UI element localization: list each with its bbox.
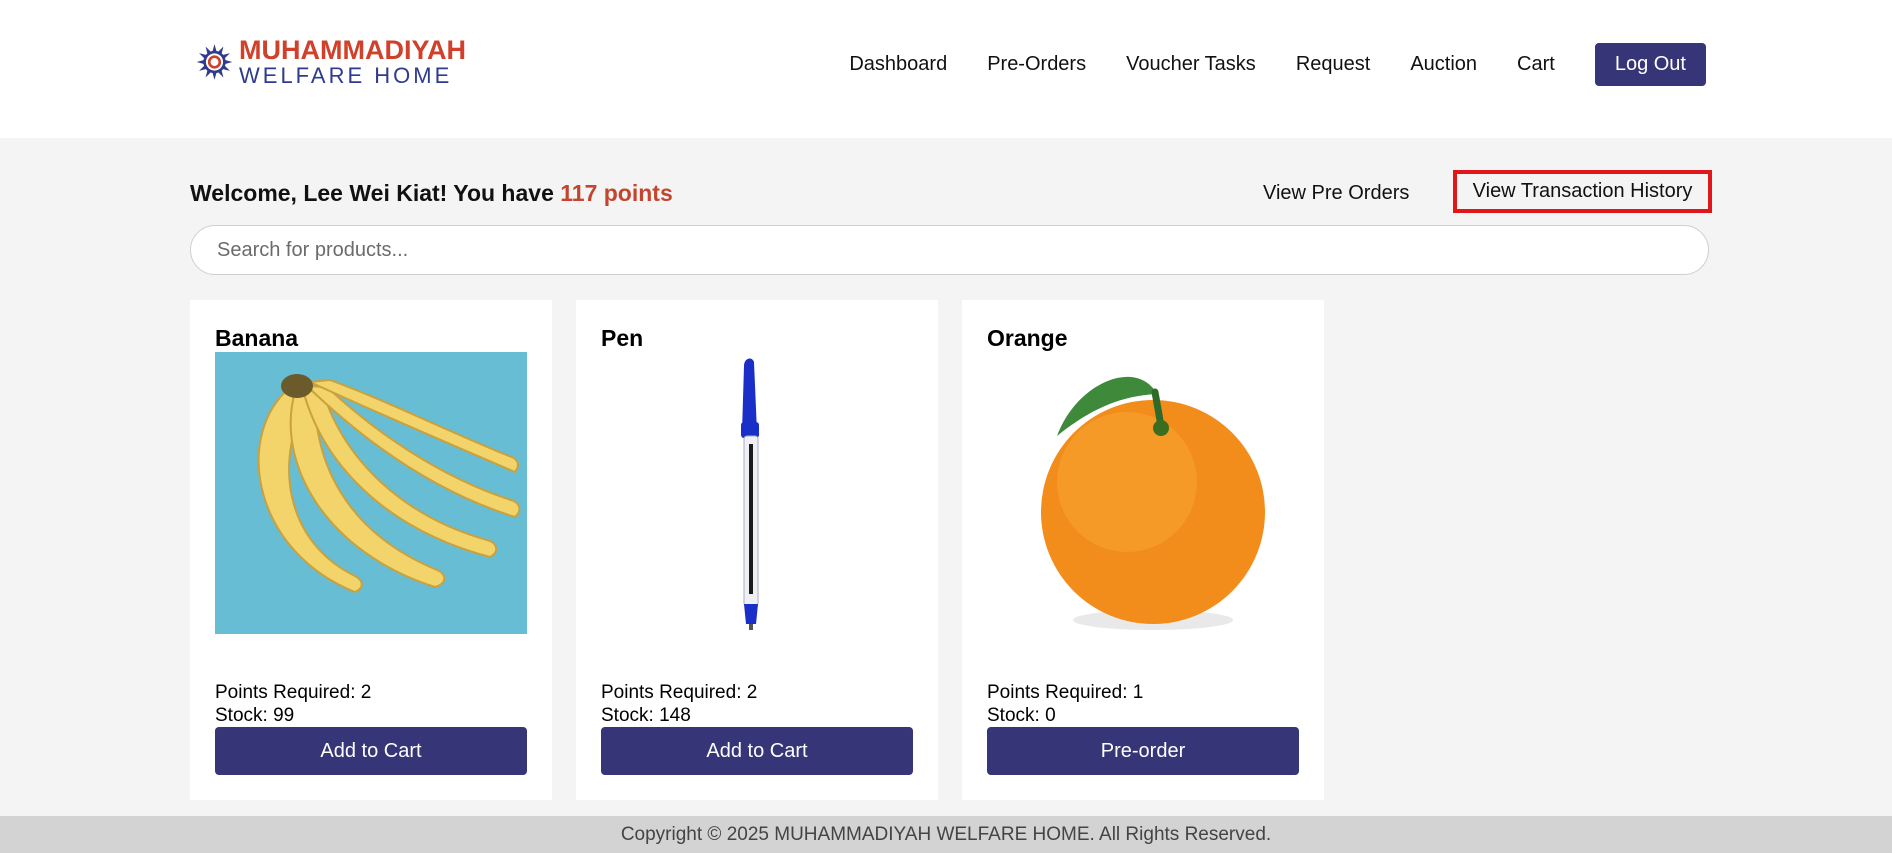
product-name: Orange bbox=[987, 325, 1068, 351]
nav-voucher-tasks[interactable]: Voucher Tasks bbox=[1126, 53, 1256, 76]
product-card-banana: Banana Points Required: 2 Stock: 99 Add … bbox=[190, 300, 552, 800]
main-nav: Dashboard Pre-Orders Voucher Tasks Reque… bbox=[809, 42, 1706, 86]
add-to-cart-button[interactable]: Add to Cart bbox=[601, 727, 913, 775]
points-required: Points Required: 2 bbox=[601, 682, 758, 703]
pen-image bbox=[601, 352, 913, 634]
product-name: Pen bbox=[601, 325, 644, 351]
points-balance: 117 points bbox=[560, 180, 673, 206]
product-card-orange: Orange Points Required: 1 Stock: 0 Pre-o… bbox=[962, 300, 1324, 800]
product-name: Banana bbox=[215, 325, 299, 351]
stock-count: Stock: 99 bbox=[215, 705, 295, 726]
orange-image bbox=[987, 352, 1299, 634]
logo-title: MUHAMMADIYAH bbox=[239, 35, 466, 65]
stock-count: Stock: 148 bbox=[601, 705, 691, 726]
logout-button[interactable]: Log Out bbox=[1594, 42, 1706, 86]
pre-order-button[interactable]: Pre-order bbox=[987, 727, 1299, 775]
points-required: Points Required: 1 bbox=[987, 682, 1144, 703]
copyright-text: Copyright © 2025 MUHAMMADIYAH WELFARE HO… bbox=[620, 823, 1272, 845]
points-required: Points Required: 2 bbox=[215, 682, 372, 703]
add-to-cart-button[interactable]: Add to Cart bbox=[215, 727, 527, 775]
nav-cart[interactable]: Cart bbox=[1517, 53, 1555, 76]
nav-auction[interactable]: Auction bbox=[1410, 53, 1477, 76]
stock-count: Stock: 0 bbox=[987, 705, 1056, 726]
welcome-text: Welcome, Lee Wei Kiat! You have bbox=[190, 180, 561, 206]
welcome-message: Welcome, Lee Wei Kiat! You have 117 poin… bbox=[190, 180, 673, 207]
product-card-pen: Pen Points Required: 2 Stock: 148 Add to… bbox=[576, 300, 938, 800]
nav-request[interactable]: Request bbox=[1296, 53, 1371, 76]
nav-dashboard[interactable]: Dashboard bbox=[849, 53, 947, 76]
search-input[interactable] bbox=[190, 225, 1709, 275]
banana-image bbox=[215, 352, 527, 634]
sun-emblem-icon bbox=[196, 44, 233, 80]
footer: Copyright © 2025 MUHAMMADIYAH WELFARE HO… bbox=[0, 816, 1892, 853]
logo-subtitle: WELFARE HOME bbox=[239, 63, 453, 88]
nav-pre-orders[interactable]: Pre-Orders bbox=[987, 53, 1086, 76]
view-transaction-history-link[interactable]: View Transaction History bbox=[1453, 170, 1712, 213]
view-pre-orders-link[interactable]: View Pre Orders bbox=[1263, 182, 1409, 205]
logo[interactable]: MUHAMMADIYAH WELFARE HOME bbox=[196, 33, 466, 91]
site-header: MUHAMMADIYAH WELFARE HOME Dashboard Pre-… bbox=[0, 0, 1892, 138]
